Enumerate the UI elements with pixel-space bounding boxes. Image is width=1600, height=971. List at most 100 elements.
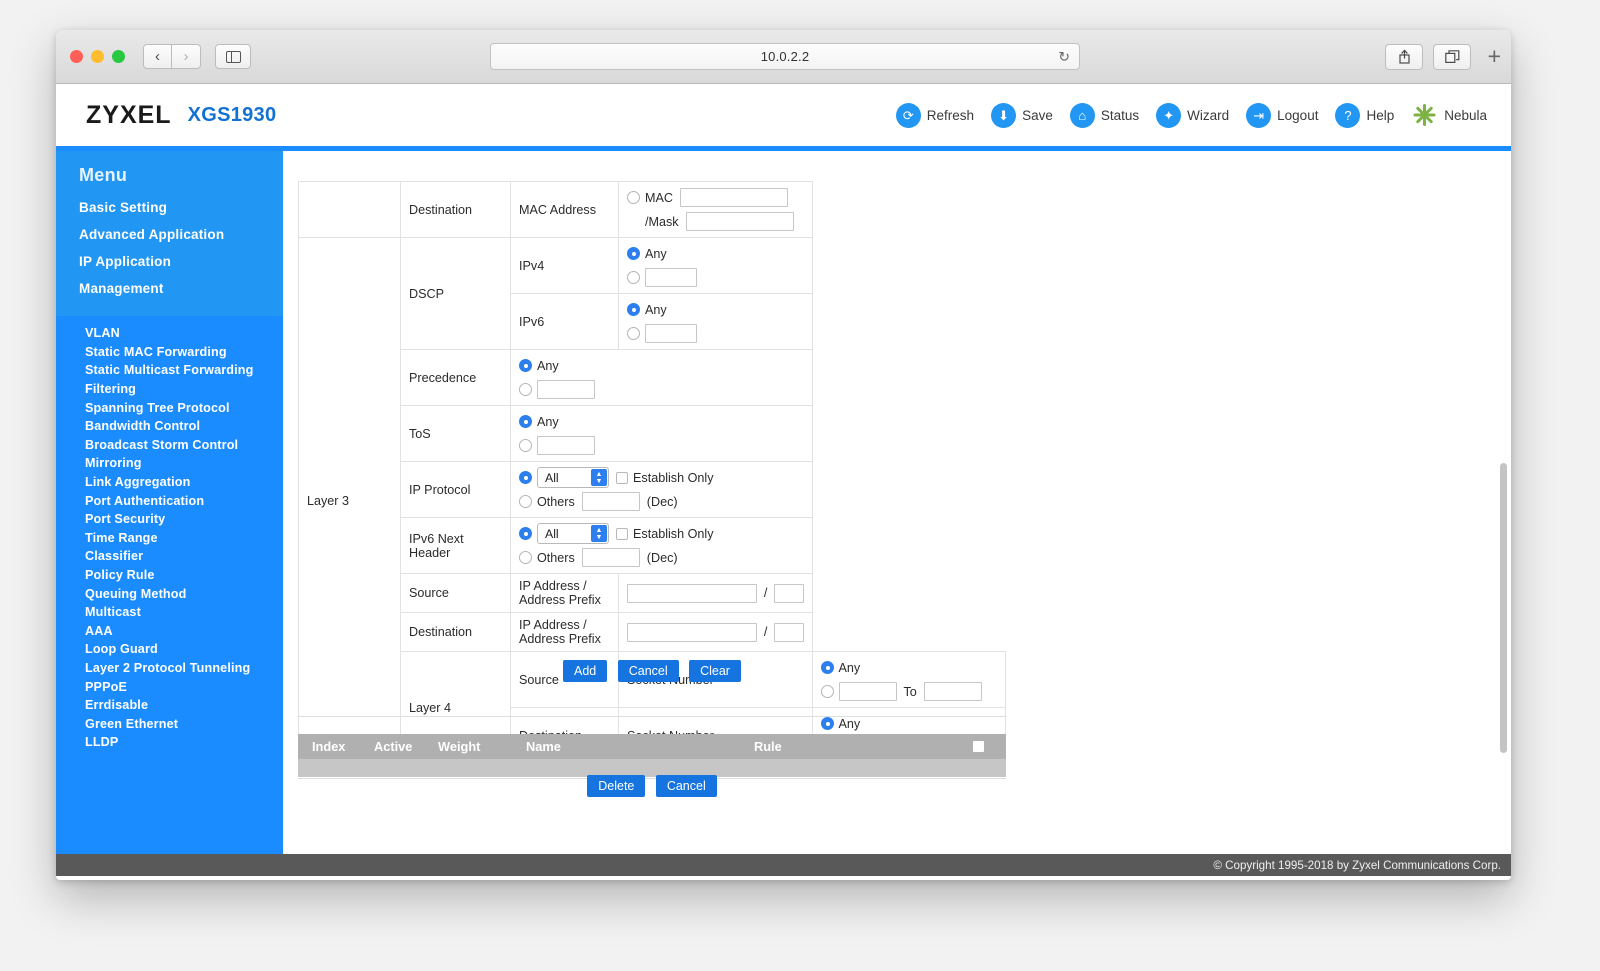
sidebar-item-time-range[interactable]: Time Range	[56, 529, 283, 548]
sidebar-item-lldp[interactable]: LLDP	[56, 733, 283, 752]
sidebar-item-multicast[interactable]: Multicast	[56, 603, 283, 622]
rules-table-empty-body	[298, 759, 1006, 769]
nav-help[interactable]: ? Help	[1335, 102, 1394, 128]
sidebar-item-advanced-application[interactable]: Advanced Application	[56, 221, 283, 248]
sidebar-item-link-aggregation[interactable]: Link Aggregation	[56, 473, 283, 492]
sidebar-item-broadcast-storm-control[interactable]: Broadcast Storm Control	[56, 436, 283, 455]
share-button[interactable]	[1385, 43, 1423, 70]
destination-mac-radio[interactable]	[627, 191, 640, 204]
forward-button[interactable]: ›	[172, 44, 201, 69]
tos-input[interactable]	[537, 436, 595, 455]
select-all-checkbox[interactable]	[973, 741, 984, 752]
nav-wizard[interactable]: ✦ Wizard	[1156, 102, 1229, 128]
add-button[interactable]: Add	[563, 660, 608, 682]
layer3-destination-prefix-input[interactable]	[774, 622, 804, 642]
cancel-button[interactable]: Cancel	[617, 660, 679, 682]
ipv6-next-header-establish-checkbox[interactable]	[616, 527, 628, 540]
close-window-button[interactable]	[70, 50, 83, 63]
nav-refresh[interactable]: ⟳ Refresh	[895, 102, 974, 128]
precedence-input[interactable]	[537, 380, 595, 399]
nav-save[interactable]: ⬇ Save	[991, 102, 1053, 128]
ip-protocol-others-input[interactable]	[581, 492, 640, 511]
page-scrollbar-thumb[interactable]	[1500, 463, 1507, 753]
precedence-any-radio[interactable]	[519, 359, 532, 372]
destination-mac-input[interactable]	[680, 188, 788, 207]
ip-protocol-fields: All ▲ ▼ Establish Only Others (Dec)	[510, 461, 813, 518]
reload-icon[interactable]: ↻	[1058, 48, 1070, 65]
ipv6-next-header-select-value: All	[545, 526, 559, 541]
sidebar-item-basic-setting[interactable]: Basic Setting	[56, 194, 283, 221]
copyright-text: © Copyright 1995-2018 by Zyxel Communica…	[1213, 858, 1501, 872]
sidebar-item-mirroring[interactable]: Mirroring	[56, 454, 283, 473]
maximize-window-button[interactable]	[112, 50, 125, 63]
layer3-source-row-label: Source	[400, 573, 511, 613]
layer4-source-range-radio[interactable]	[820, 685, 834, 698]
row-ip-protocol: IP Protocol All ▲ ▼ Establish Only Other…	[299, 461, 1006, 518]
layer4-destination-any-radio[interactable]	[820, 717, 834, 730]
sidebar-item-classifier[interactable]: Classifier	[56, 547, 283, 566]
sidebar-item-layer-2-protocol-tunneling[interactable]: Layer 2 Protocol Tunneling	[56, 659, 283, 678]
ip-protocol-select[interactable]: All ▲ ▼	[537, 467, 609, 488]
page-scrollbar[interactable]	[1497, 151, 1508, 854]
column-header-weight: Weight	[438, 739, 481, 754]
clear-button[interactable]: Clear	[689, 660, 741, 682]
nav-logout[interactable]: ⇥ Logout	[1246, 102, 1318, 128]
sidebar-toggle-button[interactable]	[215, 44, 251, 69]
dscp-ipv4-input[interactable]	[645, 268, 697, 287]
sidebar-item-pppoe[interactable]: PPPoE	[56, 677, 283, 696]
layer4-source-to-input[interactable]	[923, 682, 982, 701]
layer3-destination-ip-input[interactable]	[627, 622, 757, 642]
list-cancel-button[interactable]: Cancel	[655, 775, 717, 797]
sidebar-item-loop-guard[interactable]: Loop Guard	[56, 640, 283, 659]
nav-status[interactable]: ⌂ Status	[1069, 102, 1139, 128]
ip-protocol-others-radio[interactable]	[519, 495, 532, 508]
ip-protocol-all-radio[interactable]	[519, 471, 532, 484]
layer4-source-to-label: To	[903, 684, 917, 699]
sidebar-item-filtering[interactable]: Filtering	[56, 380, 283, 399]
ipv6-next-header-others-radio[interactable]	[519, 551, 532, 564]
delete-button[interactable]: Delete	[587, 775, 646, 797]
back-button[interactable]: ‹	[143, 44, 172, 69]
sidebar-item-port-security[interactable]: Port Security	[56, 510, 283, 529]
sidebar-item-errdisable[interactable]: Errdisable	[56, 696, 283, 715]
ipv6-next-header-all-radio[interactable]	[519, 527, 532, 540]
new-tab-button[interactable]: +	[1488, 43, 1501, 70]
layer4-source-from-input[interactable]	[838, 682, 897, 701]
sidebar-item-port-authentication[interactable]: Port Authentication	[56, 491, 283, 510]
dscp-ipv4-value-radio[interactable]	[627, 271, 640, 284]
tos-label: ToS	[400, 405, 511, 462]
wizard-icon: ✦	[1156, 102, 1182, 128]
minimize-window-button[interactable]	[91, 50, 104, 63]
sidebar-item-green-ethernet[interactable]: Green Ethernet	[56, 714, 283, 733]
dscp-ipv6-value-radio[interactable]	[627, 327, 640, 340]
toolbar-right-buttons	[1385, 43, 1471, 70]
tos-any-label: Any	[537, 414, 559, 429]
sidebar-item-aaa[interactable]: AAA	[56, 622, 283, 641]
sidebar-item-bandwidth-control[interactable]: Bandwidth Control	[56, 417, 283, 436]
ipv6-next-header-select[interactable]: All ▲ ▼	[537, 523, 609, 544]
sidebar-item-queuing-method[interactable]: Queuing Method	[56, 584, 283, 603]
destination-mask-input[interactable]	[685, 212, 794, 231]
dscp-ipv4-any-radio[interactable]	[627, 247, 640, 260]
sidebar-item-spanning-tree-protocol[interactable]: Spanning Tree Protocol	[56, 398, 283, 417]
sidebar-item-management[interactable]: Management	[56, 275, 283, 302]
dscp-ipv6-input[interactable]	[645, 324, 697, 343]
tos-any-radio[interactable]	[519, 415, 532, 428]
ip-protocol-establish-checkbox[interactable]	[616, 471, 628, 484]
sidebar-item-static-multicast-forwarding[interactable]: Static Multicast Forwarding	[56, 361, 283, 380]
nav-nebula[interactable]: Nebula	[1411, 102, 1487, 129]
layer3-destination-field-label-line1: IP Address /	[519, 618, 587, 632]
dscp-ipv6-any-radio[interactable]	[627, 303, 640, 316]
sidebar-toggle-icon	[225, 50, 241, 63]
precedence-value-radio[interactable]	[519, 383, 532, 396]
layer3-source-ip-input[interactable]	[627, 583, 757, 603]
tabs-overview-button[interactable]	[1433, 43, 1471, 70]
sidebar-item-static-mac-forwarding[interactable]: Static MAC Forwarding	[56, 343, 283, 362]
sidebar-item-policy-rule[interactable]: Policy Rule	[56, 566, 283, 585]
sidebar-item-vlan[interactable]: VLAN	[56, 324, 283, 343]
ipv6-next-header-others-input[interactable]	[581, 548, 640, 567]
layer3-source-prefix-input[interactable]	[774, 583, 804, 603]
address-bar[interactable]: 10.0.2.2 ↻	[490, 43, 1080, 70]
tos-value-radio[interactable]	[519, 439, 532, 452]
sidebar-item-ip-application[interactable]: IP Application	[56, 248, 283, 275]
